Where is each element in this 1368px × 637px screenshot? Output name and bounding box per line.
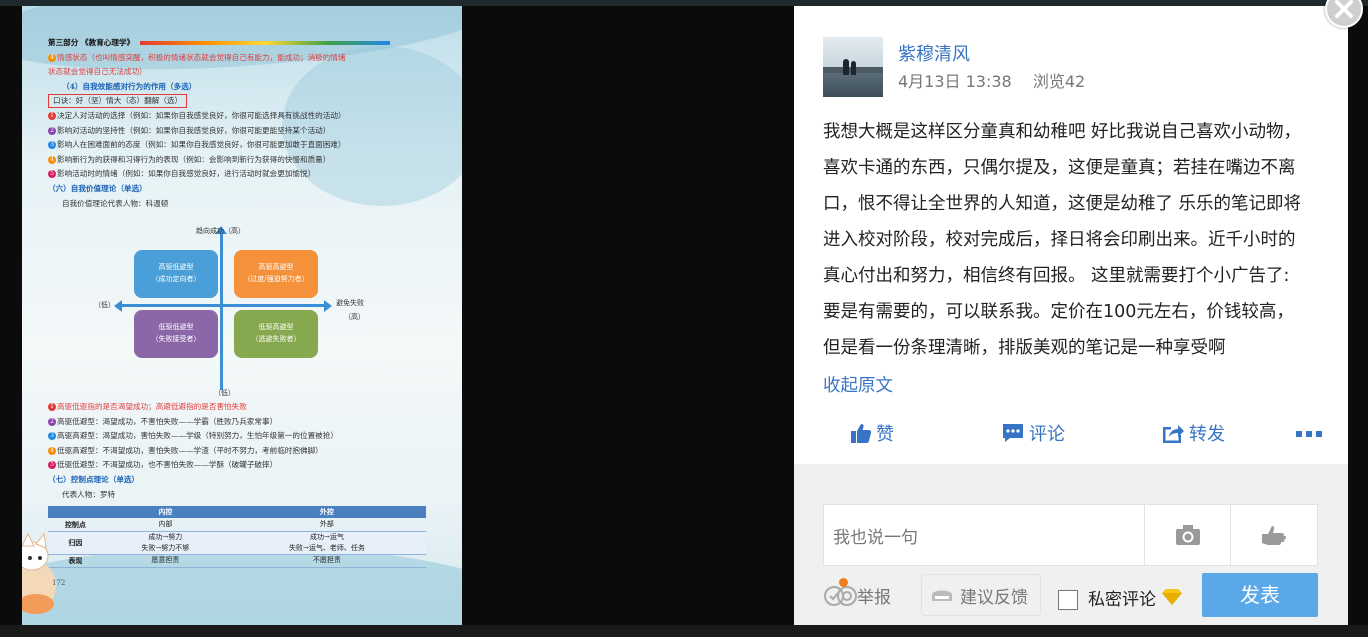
type-item: 4 低驱高避型：不渴望成功，害怕失败——学渣（平时不努力，考前临时抱佛脚） — [48, 444, 448, 459]
quadrant-bottom-label: （低） — [214, 389, 235, 397]
feedback-icon — [932, 590, 952, 601]
private-checkbox[interactable] — [1058, 590, 1078, 610]
avatar[interactable] — [823, 37, 883, 97]
quadrant-right-label-b: （高） — [344, 313, 365, 321]
collapse-original-link[interactable]: 收起原文 — [823, 372, 893, 397]
submit-button[interactable]: 发表 — [1202, 573, 1318, 617]
locus-of-control-table: 内控 外控 控制点 内部 外部 归因 成功→努力 失败→努力不够 成功→运气 失败→… — [48, 506, 426, 568]
camera-icon — [1175, 525, 1200, 545]
section-header: 第三部分 《教育心理学》 — [48, 38, 135, 47]
post-date: 4月13日 13:38 — [898, 72, 1012, 91]
comment-label: 评论 — [1029, 424, 1065, 445]
type-item: 2 高驱低避型：渴望成功，不害怕失败——学霸（胜败乃兵家常事） — [48, 415, 448, 430]
effect-item: 2 影响对活动的坚持性（例如：如果你自我感觉良好，你很可能更能坚持某个活动） — [48, 124, 448, 139]
content-line: 要是有需要的，可以联系我。定价在100元左右，价钱较高， — [823, 302, 1294, 322]
quadrant-box: 低驱低避型 （失败接受者） — [134, 310, 218, 358]
content-line: 真心付出和努力，相信终有回报。 这里就需要打个小广告了: — [823, 266, 1290, 286]
feedback-label: 建议反馈 — [960, 587, 1028, 608]
representative-7: 代表人物：罗特 — [62, 489, 116, 499]
mnemonic: 口诀：好（坚）情大（态）翻解（选） — [48, 94, 188, 109]
emotion-line-2: 状态就会觉得自己无法成功） — [48, 67, 147, 77]
quadrant-left-label: （低） — [94, 301, 115, 309]
content-line: 喜欢卡通的东西，只偶尔提及，这便是童真；若挂在嘴边不离 — [823, 158, 1296, 178]
hand-icon — [1262, 526, 1287, 545]
report-button[interactable]: 举报 — [823, 574, 901, 616]
heading-6: （六）自我价值理论（单选） — [48, 183, 147, 193]
table-row: 归因 成功→努力 失败→努力不够 成功→运气 失败→运气、老师、任务 — [48, 531, 426, 555]
like-label: 赞 — [876, 424, 894, 445]
emotion-line: 情感状态（也叫情感突醒，积极的情绪状态就会觉得自己有能力，能成功；消极的情绪 — [57, 52, 346, 62]
document-image: 第三部分 《教育心理学》 4 情感状态（也叫情感突醒，积极的情绪状态就会觉得自己有… — [22, 6, 462, 625]
type-item: 3 高驱高避型：渴望成功，害怕失败——学级（特别努力，生怕年级第一的位置被抢） — [48, 429, 448, 444]
content-line: 我想大概是这样区分童真和幼稚吧 好比我说自己喜欢小动物， — [823, 122, 1302, 142]
quadrant-box: 低驱高避型 （逃避失败者） — [234, 310, 318, 358]
private-label: 私密评论 — [1088, 589, 1156, 610]
effect-item: 3 影响人在困难面前的态度（例如：如果你自我感觉良好，你很可能更加敢于直面困难） — [48, 138, 448, 153]
report-label: 举报 — [857, 587, 891, 608]
close-icon — [1335, 0, 1353, 18]
like-button[interactable]: 赞 — [850, 420, 894, 446]
representative-6: 自我价值理论代表人物：科温顿 — [62, 198, 169, 208]
comment-button[interactable]: 评论 — [1001, 420, 1065, 446]
content-line: 进入校对阶段，校对完成后，择日将会印刷出来。近千小时的 — [823, 230, 1296, 250]
feedback-button[interactable]: 建议反馈 — [921, 574, 1041, 616]
comment-icon — [1003, 424, 1023, 442]
camera-button[interactable] — [1145, 504, 1231, 566]
hand-button[interactable] — [1231, 504, 1318, 566]
share-label: 转发 — [1189, 424, 1225, 445]
effect-item: 4 影响新行为的获得和习得行为的表现（例如：会影响到新行为获得的快慢和质量） — [48, 153, 448, 168]
thumb-up-icon — [851, 424, 872, 443]
share-icon — [1163, 425, 1184, 443]
username-link[interactable]: 紫穆清风 — [898, 40, 970, 66]
bottom-strip — [0, 625, 1368, 637]
diamond-icon — [1162, 589, 1182, 605]
post-content: 我想大概是这样区分童真和幼稚吧 好比我说自己喜欢小动物， 喜欢卡通的东西，只偶尔… — [823, 114, 1323, 366]
post-actions: 赞 评论 转发 — [794, 418, 1348, 458]
content-line: 口，恨不得让全世界的人知道，这便是幼稚了 乐乐的笔记即将 — [823, 194, 1302, 214]
quadrant-top-label: 趋向成功（高） — [196, 227, 245, 235]
table-row: 表现 愿意担责 不愿担责 — [48, 554, 426, 568]
content-line: 但是看一份条理清晰，排版美观的笔记是一种享受啊 — [823, 338, 1226, 358]
effect-item: 5 影响活动时的情绪（例如：如果你自我感觉良好，进行活动时就会更加愉悦） — [48, 167, 448, 182]
document-text: 第三部分 《教育心理学》 4 情感状态（也叫情感突醒，积极的情绪状态就会觉得自己有… — [48, 36, 448, 211]
quadrant-diagram: 趋向成功（高） （低） 避免失败 （高） （低） 高驱低避型 （成功定向者） 高驱… — [72, 226, 372, 400]
quadrant-box: 高驱低避型 （成功定向者） — [134, 250, 218, 298]
comment-input[interactable]: 我也说一句 — [823, 504, 1145, 566]
share-button[interactable]: 转发 — [1161, 420, 1225, 446]
type-item: 1 高驱低驱指的是否渴望成功；高避低避指的是否害怕失败 — [48, 400, 448, 415]
quadrant-box: 高驱高避型 （过度/强迫努力者） — [234, 250, 318, 298]
notification-dot — [839, 578, 848, 587]
heading-4: （4）自我效能感对行为的作用（多选） — [62, 81, 197, 91]
post-panel: 紫穆清风 4月13日 13:38 浏览42 我想大概是这样区分童真和幼稚吧 好比… — [794, 6, 1348, 625]
post-meta: 4月13日 13:38 浏览42 — [898, 68, 1085, 92]
view-count: 浏览42 — [1032, 72, 1086, 91]
heading-7: （七）控制点理论（单选） — [48, 474, 140, 484]
comment-area: 我也说一句 举报 建议反馈 私密评论 发表 — [794, 464, 1348, 625]
private-comment-toggle[interactable]: 私密评论 — [1058, 584, 1184, 610]
page-number: 172 — [52, 579, 66, 587]
type-item: 5 低驱低避型：不渴望成功，也不害怕失败——学酥（破罐子破摔） — [48, 458, 448, 473]
quadrant-right-label: 避免失败 — [336, 299, 364, 307]
more-icon[interactable] — [1296, 430, 1322, 438]
cartoon-cat-illustration — [22, 532, 56, 614]
types-list: 1 高驱低驱指的是否渴望成功；高避低避指的是否害怕失败 2 高驱低避型：渴望成功，不… — [48, 400, 448, 502]
effect-item: 1 决定人对活动的选择（例如：如果你自我感觉良好，你很可能选择具有挑战性的活动） — [48, 109, 448, 124]
table-row: 控制点 内部 外部 — [48, 518, 426, 532]
